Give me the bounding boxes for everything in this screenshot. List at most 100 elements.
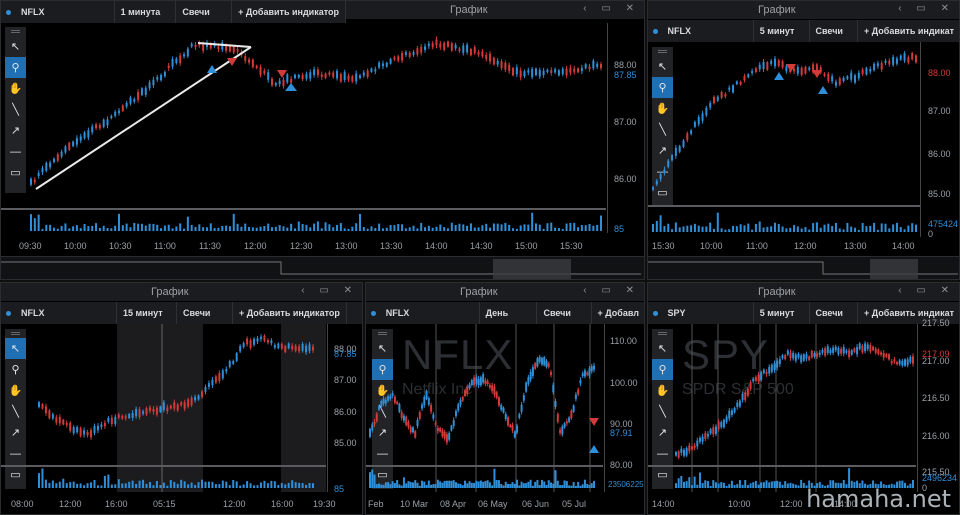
volume-bar — [270, 480, 273, 488]
candle-body — [291, 345, 294, 350]
candle-body — [282, 79, 285, 87]
volume-bar — [38, 473, 40, 488]
volume-bar — [747, 223, 750, 232]
candle-body — [397, 56, 400, 61]
candle-body — [547, 363, 550, 367]
candle-body — [439, 427, 442, 432]
candle-body — [768, 366, 771, 374]
chart-type-selector[interactable]: Свечи — [537, 302, 592, 324]
volume-bar — [159, 485, 162, 488]
window-controls[interactable]: ‹ ▭ ✕ — [898, 3, 955, 14]
candle-body — [156, 77, 159, 80]
volume-bar — [232, 480, 235, 488]
chart-type-selector[interactable]: Свечи — [177, 302, 233, 324]
volume-bar — [398, 484, 401, 488]
interval-selector[interactable]: 15 минут — [117, 302, 177, 324]
volume-bar — [557, 227, 560, 231]
candle-body — [125, 102, 128, 107]
candle-body — [712, 96, 715, 104]
volume-bar — [865, 226, 868, 232]
window-controls[interactable]: ‹ ▭ ✕ — [898, 285, 955, 296]
volume-bar — [792, 483, 795, 488]
main-price-chart[interactable] — [1, 23, 606, 233]
add-indicator-button[interactable]: + Добавл — [592, 302, 645, 324]
add-indicator-button[interactable]: + Добавить индикатор — [233, 302, 347, 324]
candle-body — [424, 46, 427, 50]
bottom-mid-price-chart[interactable] — [366, 324, 603, 492]
interval-selector[interactable]: 5 минут — [754, 20, 810, 42]
candle-body — [869, 344, 872, 352]
volume-bar — [204, 481, 207, 488]
candle-body — [69, 422, 72, 431]
interval-selector[interactable]: 1 минута — [115, 1, 177, 23]
candle-body — [652, 187, 654, 190]
volume-bar — [789, 227, 792, 232]
volume-bar — [784, 481, 787, 488]
add-indicator-button[interactable]: + Добавить индикат — [858, 20, 959, 42]
volume-bar — [79, 483, 82, 488]
last-price-label: 88.00 — [928, 68, 951, 78]
volume-bar — [72, 481, 75, 488]
symbol-selector[interactable]: NFLX — [662, 20, 754, 42]
candle-body — [693, 445, 696, 448]
symbol-selector[interactable]: NFLX — [380, 302, 480, 324]
main-navigator[interactable] — [1, 256, 644, 279]
interval-selector[interactable]: День — [480, 302, 538, 324]
interval-selector[interactable]: 5 минут — [754, 302, 810, 324]
chart-type-selector[interactable]: Свечи — [810, 302, 859, 324]
volume-bar — [504, 481, 507, 488]
window-controls[interactable]: ‹ ▭ ✕ — [583, 285, 640, 296]
bottom-left-price-chart[interactable] — [1, 324, 326, 492]
right-top-navigator[interactable] — [648, 256, 959, 279]
volume-bar — [179, 223, 182, 231]
candle-body — [232, 46, 235, 53]
volume-bar — [513, 483, 516, 488]
volume-bar — [485, 223, 488, 231]
candle-body — [366, 70, 369, 78]
right-top-price-chart[interactable] — [648, 42, 920, 237]
symbol-selector[interactable]: NFLX — [15, 1, 115, 23]
candle-body — [405, 416, 408, 426]
chart-type-selector[interactable]: Свечи — [176, 1, 233, 23]
window-controls[interactable]: ‹ ▭ ✕ — [301, 285, 358, 296]
candle-body — [434, 422, 437, 425]
candle-body — [201, 391, 204, 398]
candle-body — [458, 48, 461, 52]
candle-body — [110, 417, 113, 425]
panel-title: График — [758, 286, 796, 298]
volume-bar — [508, 224, 511, 231]
candle-body — [339, 73, 342, 82]
candle-body — [818, 352, 821, 355]
bottom-right-price-chart[interactable] — [648, 324, 916, 492]
symbol-selector[interactable]: SPY — [662, 302, 754, 324]
chart-type-selector[interactable]: Свечи — [810, 20, 859, 42]
candle-body — [829, 349, 832, 354]
volume-bar — [819, 227, 822, 232]
volume-bar — [652, 223, 654, 232]
candle-body — [263, 70, 266, 74]
candle-body — [49, 162, 52, 168]
candle-body — [436, 427, 439, 432]
candle-body — [580, 67, 583, 72]
candle-body — [882, 352, 885, 358]
volume-bar — [194, 226, 197, 231]
volume-bar — [45, 224, 48, 231]
volume-bar — [520, 481, 523, 488]
candle-body — [696, 440, 699, 447]
candle-body — [475, 376, 478, 384]
candle-body — [577, 389, 580, 395]
candle-body — [504, 413, 507, 420]
candle-body — [402, 415, 405, 421]
volume-bar — [439, 224, 442, 231]
candle-body — [872, 346, 875, 351]
window-controls[interactable]: ‹ ▭ ✕ — [583, 3, 640, 14]
candle-body — [754, 68, 757, 72]
candle-body — [374, 69, 377, 72]
add-indicator-button[interactable]: + Добавить индикатор — [232, 1, 346, 23]
candle-body — [91, 126, 94, 133]
symbol-selector[interactable]: NFLX — [15, 302, 117, 324]
volume-bar — [739, 224, 742, 232]
candle-body — [466, 386, 469, 394]
candle-body — [529, 371, 532, 380]
time-tick-label: 13:00 — [335, 241, 358, 251]
